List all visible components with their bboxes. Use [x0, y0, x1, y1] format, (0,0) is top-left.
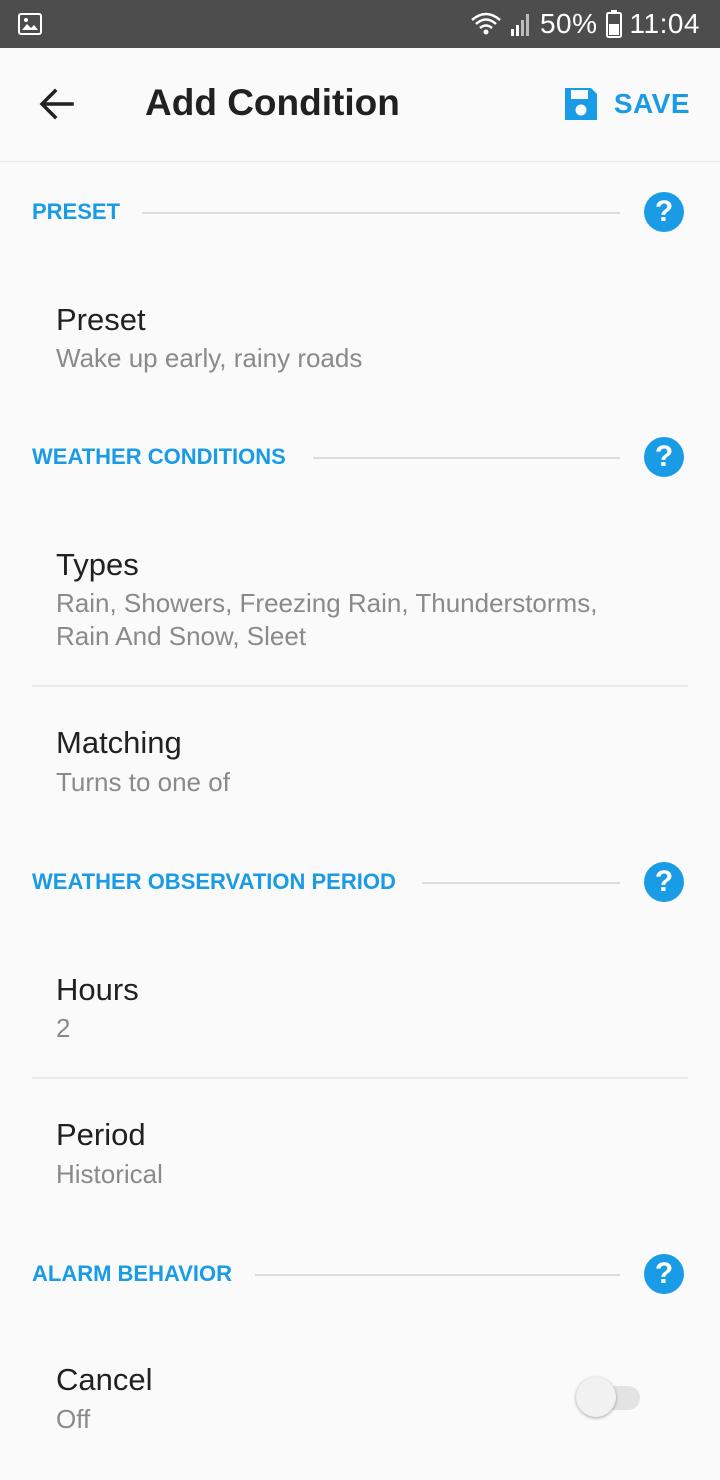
list-item-matching[interactable]: Matching Turns to one of [32, 705, 688, 825]
item-subtitle: Off [56, 1404, 91, 1434]
image-icon [18, 13, 42, 35]
save-button[interactable]: SAVE [562, 78, 690, 130]
wifi-icon [471, 12, 501, 35]
battery-percent: 50% [539, 8, 598, 39]
section-divider-line [142, 212, 620, 214]
item-title: Types [56, 547, 139, 582]
item-title: Hours [56, 972, 139, 1007]
help-glyph: ? [654, 440, 674, 473]
item-subtitle-line2: Rain And Snow, Sleet [56, 621, 307, 651]
item-subtitle: Historical [56, 1159, 163, 1189]
save-disk-icon [564, 88, 597, 120]
item-subtitle-line1: Rain, Showers, Freezing Rain, Thundersto… [56, 588, 598, 618]
list-divider [32, 1077, 688, 1079]
signal-icon [510, 14, 529, 36]
help-icon[interactable]: ? [644, 192, 684, 232]
back-button[interactable] [30, 78, 82, 130]
battery-icon [605, 10, 622, 38]
item-subtitle: Wake up early, rainy roads [56, 343, 363, 373]
help-glyph: ? [654, 865, 674, 898]
help-icon[interactable]: ? [644, 862, 684, 902]
section-divider-line [313, 457, 620, 459]
toggle-thumb [576, 1377, 616, 1417]
item-title: Cancel [56, 1362, 153, 1397]
page-title: Add Condition [145, 82, 400, 123]
help-glyph: ? [654, 1257, 674, 1290]
item-title: Period [56, 1117, 146, 1152]
help-icon[interactable]: ? [644, 437, 684, 477]
item-title: Preset [56, 302, 146, 337]
list-item-hours[interactable]: Hours 2 [32, 950, 688, 1075]
list-item-period[interactable]: Period Historical [32, 1097, 688, 1217]
section-header-observation-period: WEATHER OBSERVATION PERIOD ? [0, 852, 720, 912]
section-divider-line [422, 882, 620, 884]
list-divider [32, 685, 688, 687]
item-subtitle: Turns to one of [56, 767, 230, 797]
clock: 11:04 [629, 8, 700, 39]
section-header-preset: PRESET ? [0, 182, 720, 242]
item-title: Matching [56, 725, 182, 760]
section-title-weather-conditions: WEATHER CONDITIONS [32, 444, 286, 469]
help-icon[interactable]: ? [644, 1254, 684, 1294]
status-bar: 50% 11:04 [0, 0, 720, 48]
list-item-preset[interactable]: Preset Wake up early, rainy roads [32, 280, 688, 400]
save-label: SAVE [613, 88, 690, 119]
app-bar: Add Condition SAVE [0, 48, 720, 162]
section-divider-line [255, 1274, 620, 1276]
section-header-alarm-behavior: ALARM BEHAVIOR ? [0, 1244, 720, 1304]
section-title-observation-period: WEATHER OBSERVATION PERIOD [32, 869, 396, 894]
list-item-types[interactable]: Types Rain, Showers, Freezing Rain, Thun… [32, 525, 688, 685]
item-subtitle: 2 [56, 1013, 71, 1043]
section-title-preset: PRESET [32, 199, 121, 224]
section-title-alarm-behavior: ALARM BEHAVIOR [32, 1261, 233, 1286]
section-header-weather-conditions: WEATHER CONDITIONS ? [0, 427, 720, 487]
back-arrow-icon [39, 88, 74, 120]
cancel-toggle[interactable] [576, 1377, 642, 1417]
help-glyph: ? [654, 195, 674, 228]
